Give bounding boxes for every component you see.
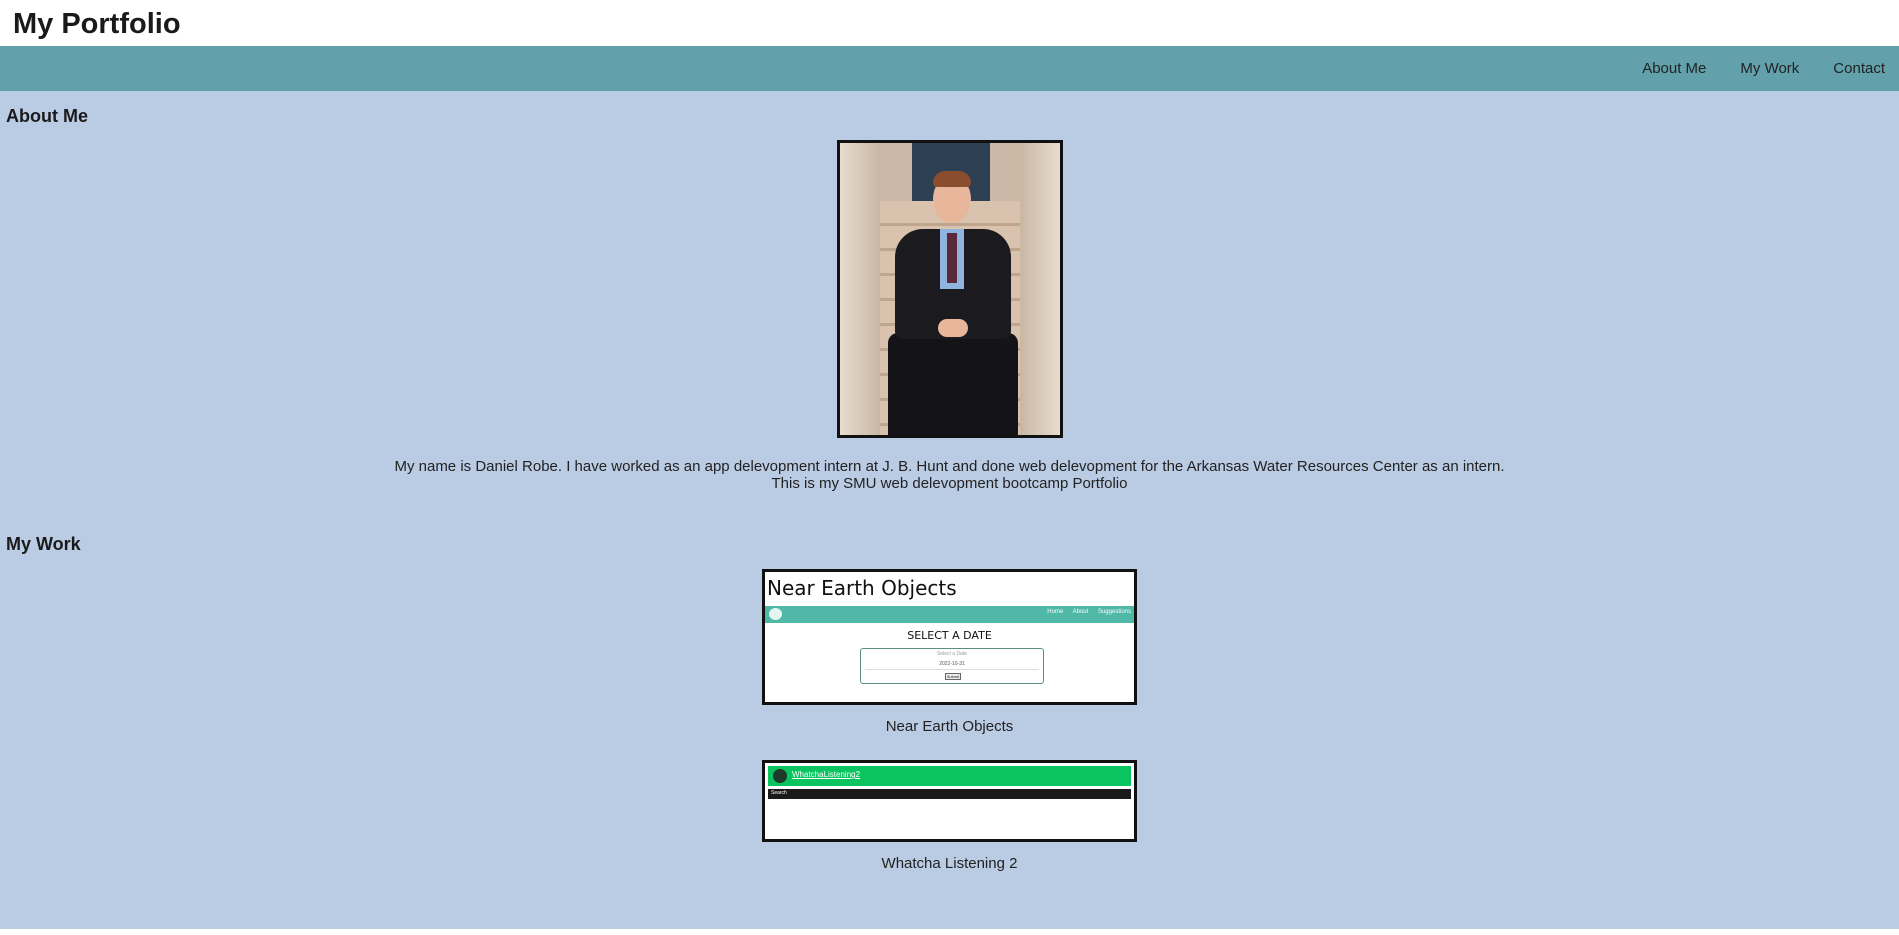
about-section: About Me My name is Daniel Robe. I have … bbox=[0, 106, 1899, 534]
about-text-line-1: My name is Daniel Robe. I have worked as… bbox=[394, 458, 1505, 475]
thumb-date-input: 2022-10-31 bbox=[865, 661, 1039, 670]
thumb-form-label: Select a Date bbox=[936, 651, 968, 657]
nav-link-contact[interactable]: Contact bbox=[1833, 60, 1885, 77]
about-text: My name is Daniel Robe. I have worked as… bbox=[0, 458, 1899, 492]
project-thumbnail-whatcha-listening[interactable]: WhatchaListening2 Search bbox=[762, 760, 1137, 842]
thumb-heading: SELECT A DATE bbox=[907, 629, 992, 642]
thumb-navbar: Home About Suggestions bbox=[765, 606, 1134, 623]
headphones-icon bbox=[773, 769, 787, 783]
site-title: My Portfolio bbox=[13, 7, 181, 40]
thumb-date-form: Select a Date 2022-10-31 Submit bbox=[860, 648, 1044, 684]
project-whatcha-listening: WhatchaListening2 Search Whatcha Listeni… bbox=[762, 760, 1137, 872]
thumb-title: Near Earth Objects bbox=[767, 576, 957, 600]
nav-link-about-me[interactable]: About Me bbox=[1642, 60, 1706, 77]
project-thumbnail-near-earth-objects[interactable]: Near Earth Objects Home About Suggestion… bbox=[762, 569, 1137, 705]
thumb-title: WhatchaListening2 bbox=[792, 770, 861, 779]
profile-photo bbox=[836, 140, 1063, 438]
about-text-line-2: This is my SMU web delevopment bootcamp … bbox=[771, 475, 1128, 492]
thumb-logo-icon bbox=[769, 608, 782, 620]
about-heading: About Me bbox=[6, 106, 88, 126]
thumb-nav-links: Home About Suggestions bbox=[1047, 609, 1131, 615]
thumb-header: WhatchaListening2 bbox=[768, 766, 1131, 786]
nav-link-my-work[interactable]: My Work bbox=[1740, 60, 1799, 77]
thumb-submit-button: Submit bbox=[945, 673, 961, 680]
project-near-earth-objects: Near Earth Objects Home About Suggestion… bbox=[762, 569, 1137, 735]
main-content: About Me My name is Daniel Robe. I have … bbox=[0, 91, 1899, 929]
project-caption: Whatcha Listening 2 bbox=[881, 855, 1018, 872]
navbar: About Me My Work Contact bbox=[0, 46, 1899, 91]
work-heading: My Work bbox=[6, 534, 81, 554]
thumb-search-bar: Search bbox=[768, 789, 1131, 799]
site-header: My Portfolio bbox=[0, 0, 1899, 46]
project-caption: Near Earth Objects bbox=[885, 718, 1014, 735]
work-section: My Work Near Earth Objects Home About Su… bbox=[0, 534, 1899, 872]
thumb-bar-text: Search bbox=[771, 790, 787, 796]
